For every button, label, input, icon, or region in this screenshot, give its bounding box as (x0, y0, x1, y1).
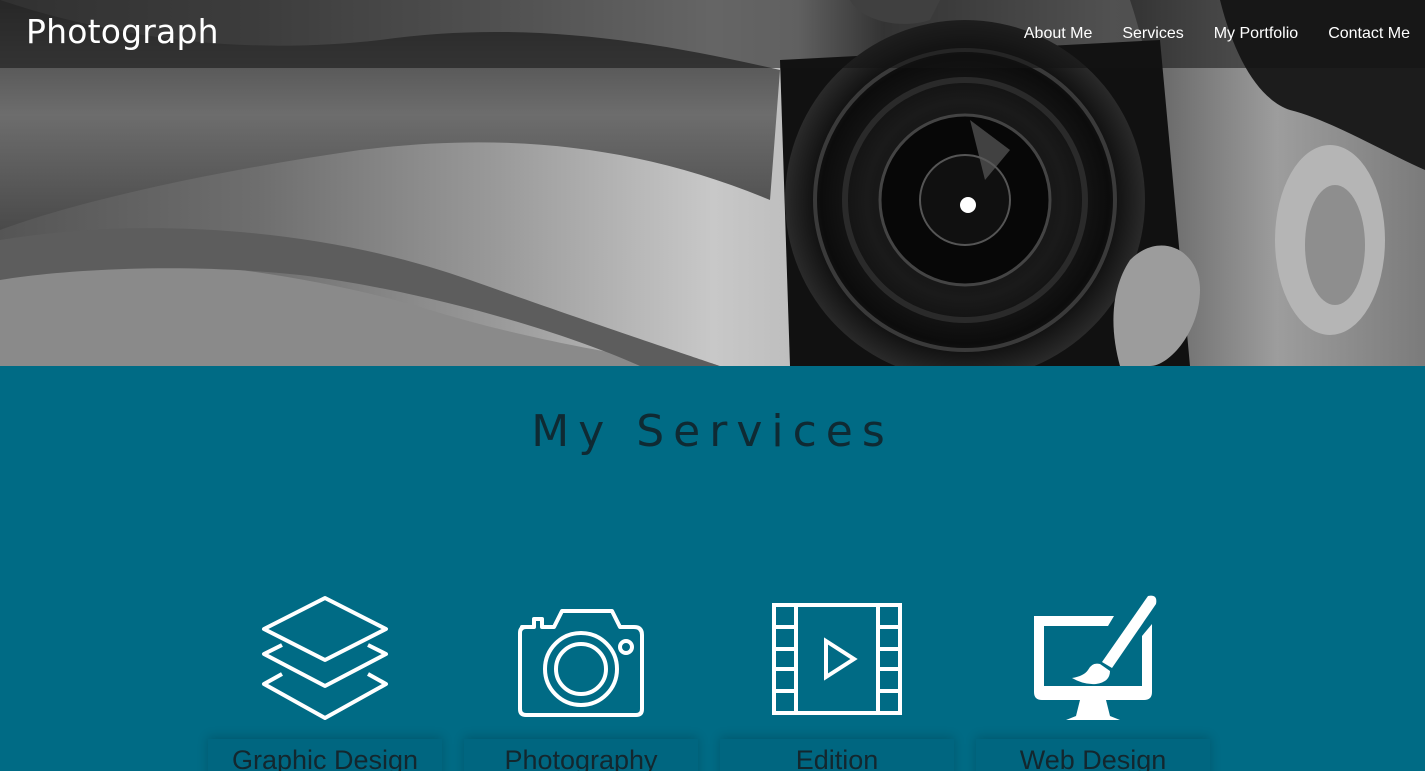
nav-link-about-me[interactable]: About Me (1024, 25, 1092, 42)
monitor-brush-icon (976, 591, 1210, 726)
services-section: My Services Graphic Design Photography E… (0, 366, 1425, 771)
service-label: Graphic Design (231, 745, 419, 771)
hero-banner: Photograph About Me Services My Portfoli… (0, 0, 1425, 366)
nav-link-services[interactable]: Services (1122, 25, 1183, 42)
service-label-box: Photography (464, 739, 698, 771)
service-label-box: Web Design (976, 739, 1210, 771)
top-navbar: Photograph About Me Services My Portfoli… (0, 0, 1425, 68)
page: Photograph About Me Services My Portfoli… (0, 0, 1425, 771)
layers-icon (208, 591, 442, 726)
service-label: Photography (504, 745, 658, 771)
film-play-icon (720, 591, 954, 726)
service-card-graphic-design[interactable]: Graphic Design (208, 591, 442, 771)
nav-link-contact-me[interactable]: Contact Me (1328, 25, 1410, 42)
service-label: Web Design (1019, 745, 1167, 771)
nav-item-services: Services (1122, 25, 1183, 43)
service-card-edition[interactable]: Edition (720, 591, 954, 771)
nav-menu: About Me Services My Portfolio Contact M… (994, 0, 1410, 68)
service-card-web-design[interactable]: Web Design (976, 591, 1210, 771)
nav-link-my-portfolio[interactable]: My Portfolio (1214, 25, 1298, 42)
nav-item-about: About Me (1024, 25, 1092, 43)
service-label: Edition (795, 745, 879, 771)
brand-logo[interactable]: Photograph (26, 12, 219, 51)
service-card-photography[interactable]: Photography (464, 591, 698, 771)
camera-icon (464, 591, 698, 726)
service-label-box: Graphic Design (208, 739, 442, 771)
nav-item-portfolio: My Portfolio (1214, 25, 1298, 43)
nav-item-contact: Contact Me (1328, 25, 1410, 43)
services-title: My Services (531, 406, 894, 457)
service-label-box: Edition (720, 739, 954, 771)
